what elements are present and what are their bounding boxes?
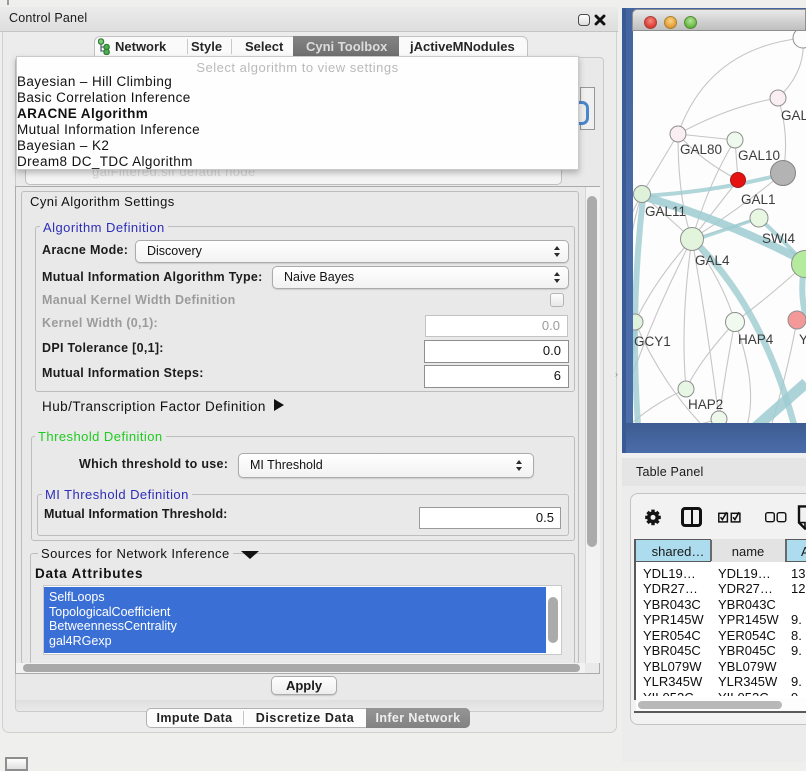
svg-text:SWI4: SWI4 — [762, 231, 795, 246]
svg-text:GAL80: GAL80 — [680, 142, 722, 157]
svg-text:HAP4: HAP4 — [738, 332, 774, 347]
svg-text:GAL1: GAL1 — [741, 192, 776, 207]
svg-text:HAP2: HAP2 — [688, 397, 723, 412]
svg-text:GAL4: GAL4 — [695, 253, 730, 268]
svg-text:GAL10: GAL10 — [738, 148, 780, 163]
svg-text:GAL11: GAL11 — [645, 204, 686, 219]
svg-text:GCY1: GCY1 — [634, 334, 671, 349]
svg-text:Y: Y — [799, 332, 806, 347]
svg-text:GAL7: GAL7 — [781, 108, 806, 123]
